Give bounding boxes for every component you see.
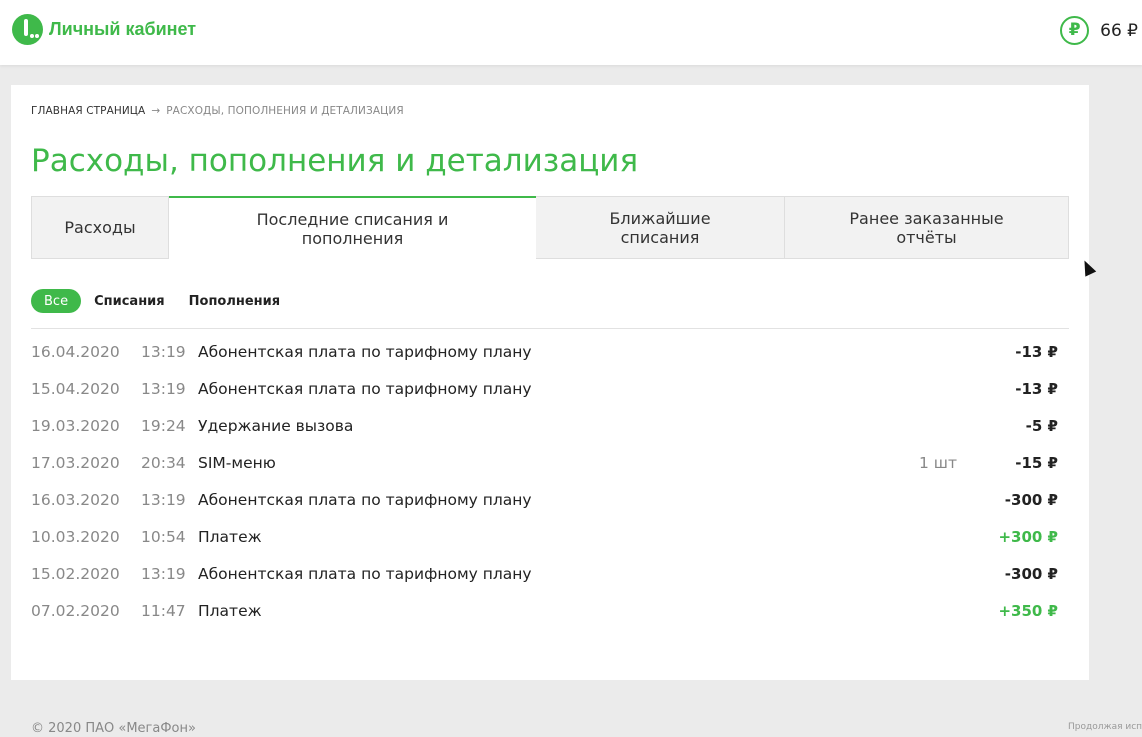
page-title: Расходы, пополнения и детализация [31,143,639,179]
footer-cookie-note: Продолжая испо [1068,722,1142,732]
transaction-amount: -300 ₽ [1004,565,1058,583]
transaction-time: 13:19 [141,491,186,509]
transaction-date: 19.03.2020 [31,417,120,435]
transaction-amount: -5 ₽ [1025,417,1058,435]
transaction-description: Абонентская плата по тарифному плану [198,491,532,509]
transaction-description: Абонентская плата по тарифному плану [198,565,532,583]
tab-label: списания [620,227,700,247]
tab-label: Ближайшие [609,208,711,228]
transaction-amount: -15 ₽ [1015,454,1058,472]
tab-label: отчёты [896,227,957,247]
transaction-date: 15.02.2020 [31,565,120,583]
transaction-date: 16.03.2020 [31,491,120,509]
transaction-description: Абонентская плата по тарифному плану [198,380,532,398]
transaction-quantity: 1 шт [919,454,958,472]
transaction-time: 19:24 [141,417,186,435]
ruble-circle-icon: ₽ [1060,16,1090,45]
transaction-row[interactable]: 16.04.2020 13:19 Абонентская плата по та… [31,335,1069,372]
logo[interactable]: Личный кабинет [12,14,196,45]
transaction-date: 07.02.2020 [31,602,120,620]
transaction-row[interactable]: 19.03.2020 19:24 Удержание вызова -5 ₽ [31,409,1069,446]
transaction-time: 13:19 [141,343,186,361]
top-header: Личный кабинет ₽ 66 ₽ [0,0,1142,65]
breadcrumb-current: РАСХОДЫ, ПОПОЛНЕНИЯ И ДЕТАЛИЗАЦИЯ [166,105,404,117]
content-card: ГЛАВНАЯ СТРАНИЦА → РАСХОДЫ, ПОПОЛНЕНИЯ И Д… [11,85,1089,680]
breadcrumb-arrow-icon: → [151,105,161,117]
transaction-amount: -13 ₽ [1015,343,1058,361]
tab-bar: Расходы Последние списания и пополнения Б… [31,196,1069,260]
filter-charges-button[interactable]: Списания [94,294,165,309]
transaction-row[interactable]: 15.02.2020 13:19 Абонентская плата по та… [31,557,1069,594]
breadcrumb-home-link[interactable]: ГЛАВНАЯ СТРАНИЦА [31,105,145,117]
transaction-time: 13:19 [141,380,186,398]
transaction-row[interactable]: 15.04.2020 13:19 Абонентская плата по та… [31,372,1069,409]
transaction-date: 10.03.2020 [31,528,120,546]
transaction-date: 16.04.2020 [31,343,120,361]
tab-upcoming-charges[interactable]: Ближайшие списания [535,196,785,259]
tab-recent-charges-topups[interactable]: Последние списания и пополнения [169,196,536,260]
transaction-time: 20:34 [141,454,186,472]
transactions-list: 16.04.2020 13:19 Абонентская плата по та… [31,335,1069,631]
filter-all-button[interactable]: Все [31,289,82,313]
transaction-date: 15.04.2020 [31,380,120,398]
transaction-row[interactable]: 17.03.2020 20:34 SIM-меню 1 шт -15 ₽ [31,446,1069,483]
transaction-time: 13:19 [141,565,186,583]
transaction-amount: -300 ₽ [1004,491,1058,509]
transaction-time: 10:54 [141,528,186,546]
transaction-description: Платеж [198,602,262,620]
transaction-date: 17.03.2020 [31,454,120,472]
filter-bar: Все Списания Пополнения [31,289,280,313]
tab-label: Последние списания и [256,209,449,229]
transaction-description: Абонентская плата по тарифному плану [198,343,532,361]
tab-label: Ранее заказанные [849,208,1004,228]
transaction-row[interactable]: 07.02.2020 11:47 Платеж +350 ₽ [31,594,1069,631]
balance-widget[interactable]: ₽ 66 ₽ [1060,16,1138,45]
transaction-description: SIM-меню [198,454,276,472]
transaction-time: 11:47 [141,602,186,620]
filter-topups-button[interactable]: Пополнения [189,294,280,309]
tab-ordered-reports[interactable]: Ранее заказанные отчёты [784,196,1069,259]
tab-label: Расходы [64,218,136,237]
footer-copyright: © 2020 ПАО «МегаФон» [31,721,196,736]
breadcrumb: ГЛАВНАЯ СТРАНИЦА → РАСХОДЫ, ПОПОЛНЕНИЯ И Д… [31,105,404,117]
transaction-amount: +350 ₽ [998,602,1058,620]
tab-expenses[interactable]: Расходы [31,196,169,259]
transaction-row[interactable]: 16.03.2020 13:19 Абонентская плата по та… [31,483,1069,520]
logo-text: Личный кабинет [49,19,197,39]
tab-label: пополнения [301,228,404,248]
divider [31,328,1069,329]
transaction-row[interactable]: 10.03.2020 10:54 Платеж +300 ₽ [31,520,1069,557]
balance-value: 66 ₽ [1100,20,1138,41]
transaction-description: Удержание вызова [198,417,354,435]
megafon-logo-icon [12,14,43,45]
transaction-amount: -13 ₽ [1015,380,1058,398]
transaction-description: Платеж [198,528,262,546]
transaction-amount: +300 ₽ [998,528,1058,546]
